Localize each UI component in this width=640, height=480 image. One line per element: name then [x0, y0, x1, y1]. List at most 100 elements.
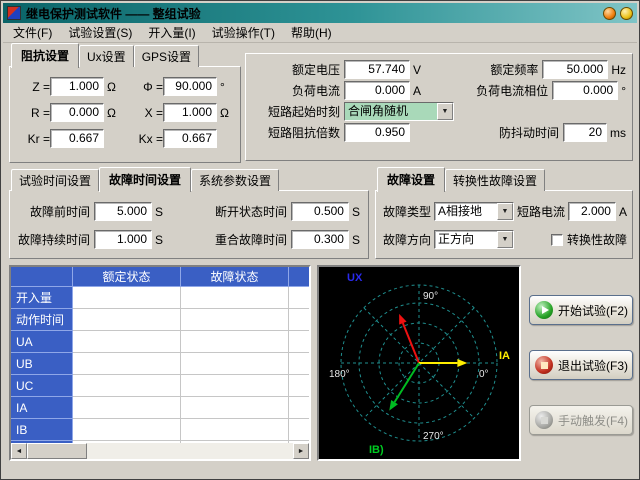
menu-item-help[interactable]: 帮助(H) — [283, 22, 340, 43]
table-row: 动作时间 — [11, 309, 309, 331]
play-icon — [535, 301, 553, 319]
result-table: 额定状态 故障状态 故障转换 开入量 动作时间 UA UB UC IA IB I… — [9, 265, 311, 461]
table-cell — [289, 419, 309, 441]
close-button[interactable] — [620, 7, 633, 20]
tab-test-time[interactable]: 试验时间设置 — [11, 169, 99, 191]
table-corner-cell — [11, 267, 73, 287]
fault-type-value: A相接地 — [435, 203, 497, 220]
table-cell — [181, 397, 289, 419]
fault-tab-body: 故障类型 A相接地 ▼ 短路电流 2.000 A 故障方向 正方向 ▼ — [375, 190, 633, 259]
app-icon — [7, 6, 21, 20]
kx-input[interactable]: 0.667 — [163, 129, 217, 148]
manual-trigger-button[interactable]: 手动触发(F4) — [529, 405, 633, 435]
window-title: 继电保护测试软件 —— 整组试验 — [26, 5, 599, 22]
row-header-ua: UA — [11, 331, 73, 353]
impedance-tabstrip: 阻抗设置 Ux设置 GPS设置 — [9, 47, 241, 67]
table-row: UB — [11, 353, 309, 375]
short-multiple-input[interactable]: 0.950 — [344, 123, 410, 142]
rated-voltage-input[interactable]: 57.740 — [344, 60, 410, 79]
table-cell — [289, 375, 309, 397]
table-cell — [73, 331, 181, 353]
prefault-time-input[interactable]: 5.000 — [94, 202, 152, 221]
fault-direction-select[interactable]: 正方向 ▼ — [434, 230, 514, 249]
table-cell — [181, 375, 289, 397]
dropdown-arrow-icon[interactable]: ▼ — [497, 203, 513, 220]
tab-convert-fault-settings[interactable]: 转换性故障设置 — [445, 169, 545, 191]
table-row: UC — [11, 375, 309, 397]
table-cell — [73, 419, 181, 441]
deg-180-label: 180° — [329, 369, 350, 380]
z-input[interactable]: 1.000 — [50, 77, 104, 96]
x-input[interactable]: 1.000 — [163, 103, 217, 122]
rated-values-panel: 额定电压 57.740 V 额定频率 50.000 Hz 负荷电流 0.000 … — [245, 53, 633, 161]
fault-type-label: 故障类型 — [381, 203, 431, 220]
table-cell — [73, 309, 181, 331]
load-phase-unit: ° — [621, 84, 626, 98]
minimize-button[interactable] — [603, 7, 616, 20]
tab-impedance-settings[interactable]: 阻抗设置 — [11, 43, 79, 68]
scroll-right-icon[interactable]: ► — [293, 443, 309, 459]
menu-item-test-operation[interactable]: 试验操作(T) — [204, 22, 283, 43]
reclose-time-label: 重合故障时间 — [203, 231, 287, 248]
menu-item-inputs[interactable]: 开入量(I) — [140, 22, 203, 43]
phi-label: Φ = — [129, 80, 163, 94]
tab-ux-settings[interactable]: Ux设置 — [79, 45, 134, 67]
deg-90-label: 90° — [423, 291, 438, 302]
tab-gps-settings[interactable]: GPS设置 — [134, 45, 199, 67]
r-input[interactable]: 0.000 — [50, 103, 104, 122]
table-cell — [289, 287, 309, 309]
table-cell — [73, 287, 181, 309]
table-cell — [289, 331, 309, 353]
dropdown-arrow-icon[interactable]: ▼ — [497, 231, 513, 248]
menu-item-test-settings[interactable]: 试验设置(S) — [60, 22, 140, 43]
scrollbar-track[interactable] — [87, 443, 293, 459]
fault-direction-label: 故障方向 — [381, 231, 431, 248]
scrollbar-thumb[interactable] — [27, 443, 87, 459]
r-unit: Ω — [107, 106, 119, 120]
phi-unit: ° — [220, 80, 232, 94]
table-horizontal-scrollbar[interactable]: ◄ ► — [11, 443, 309, 459]
table-cell — [181, 419, 289, 441]
phasor-diagram: UX 90° 0° 180° 270° IA IB) — [317, 265, 521, 461]
debounce-unit: ms — [610, 126, 626, 140]
impedance-tab-body: Z = 1.000 Ω Φ = 90.000 ° R = 0.000 Ω X =… — [9, 66, 241, 163]
time-settings-panel: 试验时间设置 故障时间设置 系统参数设置 故障前时间 5.000 S 断开状态时… — [9, 171, 369, 259]
rated-voltage-unit: V — [413, 63, 421, 77]
short-current-input[interactable]: 2.000 — [568, 202, 616, 221]
client-area: 阻抗设置 Ux设置 GPS设置 Z = 1.000 Ω Φ = 90.000 °… — [3, 43, 637, 477]
deg-270-label: 270° — [423, 431, 444, 442]
row-header-uc: UC — [11, 375, 73, 397]
phi-input[interactable]: 90.000 — [163, 77, 217, 96]
short-start-select[interactable]: 合闸角随机 ▼ — [344, 102, 454, 121]
title-bar: 继电保护测试软件 —— 整组试验 — [3, 3, 637, 23]
reclose-time-input[interactable]: 0.300 — [291, 230, 349, 249]
fault-duration-input[interactable]: 1.000 — [94, 230, 152, 249]
menu-bar: 文件(F) 试验设置(S) 开入量(I) 试验操作(T) 帮助(H) — [3, 23, 637, 43]
table-cell — [181, 353, 289, 375]
deg-0-label: 0° — [479, 369, 489, 380]
table-cell — [181, 287, 289, 309]
ia-axis-label: IA — [499, 350, 510, 362]
load-phase-input[interactable]: 0.000 — [552, 81, 618, 100]
kr-input[interactable]: 0.667 — [50, 129, 104, 148]
start-test-button[interactable]: 开始试验(F2) — [529, 295, 633, 325]
manual-trigger-icon — [535, 411, 553, 429]
row-header-ia: IA — [11, 397, 73, 419]
x-unit: Ω — [220, 106, 232, 120]
open-state-time-input[interactable]: 0.500 — [291, 202, 349, 221]
convert-fault-checkbox[interactable] — [551, 234, 563, 246]
tab-fault-settings[interactable]: 故障设置 — [377, 167, 445, 192]
rated-freq-input[interactable]: 50.000 — [542, 60, 608, 79]
dropdown-arrow-icon[interactable]: ▼ — [437, 103, 453, 120]
scroll-left-icon[interactable]: ◄ — [11, 443, 27, 459]
load-current-input[interactable]: 0.000 — [344, 81, 410, 100]
tab-fault-time[interactable]: 故障时间设置 — [99, 167, 191, 192]
prefault-time-label: 故障前时间 — [18, 203, 90, 220]
tab-system-params[interactable]: 系统参数设置 — [191, 169, 279, 191]
fault-type-select[interactable]: A相接地 ▼ — [434, 202, 514, 221]
exit-test-button[interactable]: 退出试验(F3) — [529, 350, 633, 380]
menu-item-file[interactable]: 文件(F) — [5, 22, 60, 43]
table-cell — [73, 397, 181, 419]
debounce-input[interactable]: 20 — [563, 123, 607, 142]
table-cell — [289, 397, 309, 419]
